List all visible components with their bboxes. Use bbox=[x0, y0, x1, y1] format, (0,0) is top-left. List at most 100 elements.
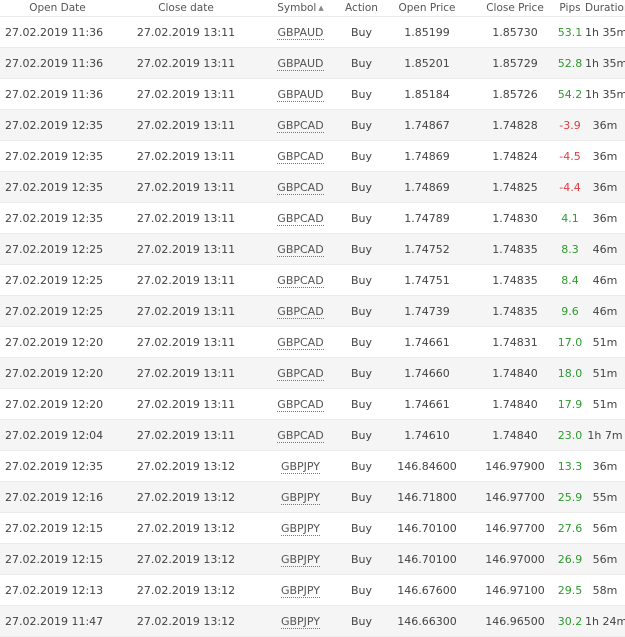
symbol-link[interactable]: GBPJPY bbox=[280, 521, 321, 536]
pips-cell: -4.5 bbox=[555, 140, 585, 172]
close-price-cell: 146.97700 bbox=[475, 512, 555, 544]
duration-cell: 36m bbox=[585, 171, 625, 203]
symbol-link[interactable]: GBPCAD bbox=[277, 335, 324, 350]
close-date-cell: 27.02.2019 13:11 bbox=[115, 109, 257, 141]
pips-cell: -3.9 bbox=[555, 109, 585, 141]
open-date-cell: 27.02.2019 12:04 bbox=[0, 419, 115, 451]
column-header-open-price[interactable]: Open Price bbox=[379, 0, 475, 17]
pips-cell: 4.1 bbox=[555, 202, 585, 234]
open-price-cell: 1.74739 bbox=[379, 295, 475, 327]
duration-cell: 58m bbox=[585, 574, 625, 606]
open-price-cell: 1.74752 bbox=[379, 233, 475, 265]
column-header-label: Symbol bbox=[277, 2, 317, 14]
action-cell: Buy bbox=[344, 605, 379, 637]
action-cell: Buy bbox=[344, 264, 379, 296]
close-price-cell: 1.74840 bbox=[475, 357, 555, 389]
symbol-link[interactable]: GBPJPY bbox=[280, 614, 321, 629]
pips-cell: 52.8 bbox=[555, 47, 585, 79]
symbol-cell: GBPJPY bbox=[257, 512, 344, 544]
close-date-cell: 27.02.2019 13:12 bbox=[115, 574, 257, 606]
table-row: 27.02.2019 12:20 27.02.2019 13:11 GBPCAD Bu… bbox=[0, 388, 625, 420]
duration-cell: 56m bbox=[585, 512, 625, 544]
column-header-open-date[interactable]: Open Date bbox=[0, 0, 115, 17]
symbol-link[interactable]: GBPCAD bbox=[277, 118, 324, 133]
column-header-label: Open Date bbox=[29, 2, 86, 14]
open-date-cell: 27.02.2019 11:36 bbox=[0, 16, 115, 48]
column-header-symbol[interactable]: Symbol ▲ bbox=[257, 0, 344, 17]
symbol-cell: GBPJPY bbox=[257, 481, 344, 513]
close-date-cell: 27.02.2019 13:11 bbox=[115, 78, 257, 110]
symbol-link[interactable]: GBPCAD bbox=[277, 180, 324, 195]
pips-cell: 53.1 bbox=[555, 16, 585, 48]
action-cell: Buy bbox=[344, 202, 379, 234]
symbol-link[interactable]: GBPCAD bbox=[277, 366, 324, 381]
symbol-cell: GBPCAD bbox=[257, 264, 344, 296]
symbol-link[interactable]: GBPCAD bbox=[277, 242, 324, 257]
table-row: 27.02.2019 11:47 27.02.2019 13:12 GBPJPY Bu… bbox=[0, 605, 625, 637]
column-header-duration[interactable]: Duration bbox=[585, 0, 625, 17]
symbol-link[interactable]: GBPCAD bbox=[277, 304, 324, 319]
table-row: 27.02.2019 12:20 27.02.2019 13:11 GBPCAD Bu… bbox=[0, 326, 625, 358]
table-row: 27.02.2019 11:36 27.02.2019 13:11 GBPAUD Bu… bbox=[0, 16, 625, 48]
close-date-cell: 27.02.2019 13:12 bbox=[115, 543, 257, 575]
open-date-cell: 27.02.2019 12:20 bbox=[0, 388, 115, 420]
close-price-cell: 146.97100 bbox=[475, 574, 555, 606]
close-date-cell: 27.02.2019 13:11 bbox=[115, 295, 257, 327]
open-price-cell: 146.70100 bbox=[379, 512, 475, 544]
close-date-cell: 27.02.2019 13:11 bbox=[115, 171, 257, 203]
table-row: 27.02.2019 12:04 27.02.2019 13:11 GBPCAD Bu… bbox=[0, 419, 625, 451]
open-price-cell: 1.74661 bbox=[379, 326, 475, 358]
pips-cell: 27.6 bbox=[555, 512, 585, 544]
action-cell: Buy bbox=[344, 388, 379, 420]
close-date-cell: 27.02.2019 13:11 bbox=[115, 233, 257, 265]
open-date-cell: 27.02.2019 12:20 bbox=[0, 326, 115, 358]
symbol-cell: GBPJPY bbox=[257, 574, 344, 606]
column-header-action[interactable]: Action bbox=[344, 0, 379, 17]
pips-cell: -4.4 bbox=[555, 171, 585, 203]
duration-cell: 36m bbox=[585, 450, 625, 482]
symbol-link[interactable]: GBPCAD bbox=[277, 149, 324, 164]
duration-cell: 46m bbox=[585, 233, 625, 265]
symbol-link[interactable]: GBPJPY bbox=[280, 459, 321, 474]
action-cell: Buy bbox=[344, 574, 379, 606]
symbol-link[interactable]: GBPAUD bbox=[277, 56, 324, 71]
symbol-link[interactable]: GBPJPY bbox=[280, 552, 321, 567]
symbol-link[interactable]: GBPJPY bbox=[280, 583, 321, 598]
symbol-cell: GBPJPY bbox=[257, 543, 344, 575]
close-price-cell: 146.97700 bbox=[475, 481, 555, 513]
close-date-cell: 27.02.2019 13:12 bbox=[115, 450, 257, 482]
pips-cell: 8.4 bbox=[555, 264, 585, 296]
column-header-label: Duration bbox=[585, 2, 625, 14]
close-date-cell: 27.02.2019 13:11 bbox=[115, 202, 257, 234]
open-date-cell: 27.02.2019 11:36 bbox=[0, 78, 115, 110]
pips-cell: 54.2 bbox=[555, 78, 585, 110]
column-header-pips[interactable]: Pips bbox=[555, 0, 585, 17]
symbol-link[interactable]: GBPCAD bbox=[277, 211, 324, 226]
symbol-link[interactable]: GBPCAD bbox=[277, 428, 324, 443]
column-header-close-price[interactable]: Close Price bbox=[475, 0, 555, 17]
table-row: 27.02.2019 12:25 27.02.2019 13:11 GBPCAD Bu… bbox=[0, 295, 625, 327]
action-cell: Buy bbox=[344, 140, 379, 172]
open-price-cell: 1.74661 bbox=[379, 388, 475, 420]
table-row: 27.02.2019 12:16 27.02.2019 13:12 GBPJPY Bu… bbox=[0, 481, 625, 513]
table-row: 27.02.2019 12:25 27.02.2019 13:11 GBPCAD Bu… bbox=[0, 233, 625, 265]
symbol-link[interactable]: GBPAUD bbox=[277, 87, 324, 102]
close-price-cell: 146.97000 bbox=[475, 543, 555, 575]
action-cell: Buy bbox=[344, 233, 379, 265]
table-row: 27.02.2019 12:15 27.02.2019 13:12 GBPJPY Bu… bbox=[0, 512, 625, 544]
table-row: 27.02.2019 12:35 27.02.2019 13:11 GBPCAD Bu… bbox=[0, 140, 625, 172]
symbol-cell: GBPCAD bbox=[257, 388, 344, 420]
column-header-close-date[interactable]: Close date bbox=[115, 0, 257, 17]
close-date-cell: 27.02.2019 13:11 bbox=[115, 264, 257, 296]
column-header-label: Pips bbox=[559, 2, 581, 14]
close-date-cell: 27.02.2019 13:12 bbox=[115, 481, 257, 513]
open-date-cell: 27.02.2019 12:35 bbox=[0, 450, 115, 482]
duration-cell: 55m bbox=[585, 481, 625, 513]
symbol-link[interactable]: GBPCAD bbox=[277, 273, 324, 288]
symbol-link[interactable]: GBPJPY bbox=[280, 490, 321, 505]
symbol-cell: GBPCAD bbox=[257, 233, 344, 265]
close-date-cell: 27.02.2019 13:11 bbox=[115, 16, 257, 48]
symbol-link[interactable]: GBPAUD bbox=[277, 25, 324, 40]
symbol-link[interactable]: GBPCAD bbox=[277, 397, 324, 412]
symbol-cell: GBPCAD bbox=[257, 295, 344, 327]
